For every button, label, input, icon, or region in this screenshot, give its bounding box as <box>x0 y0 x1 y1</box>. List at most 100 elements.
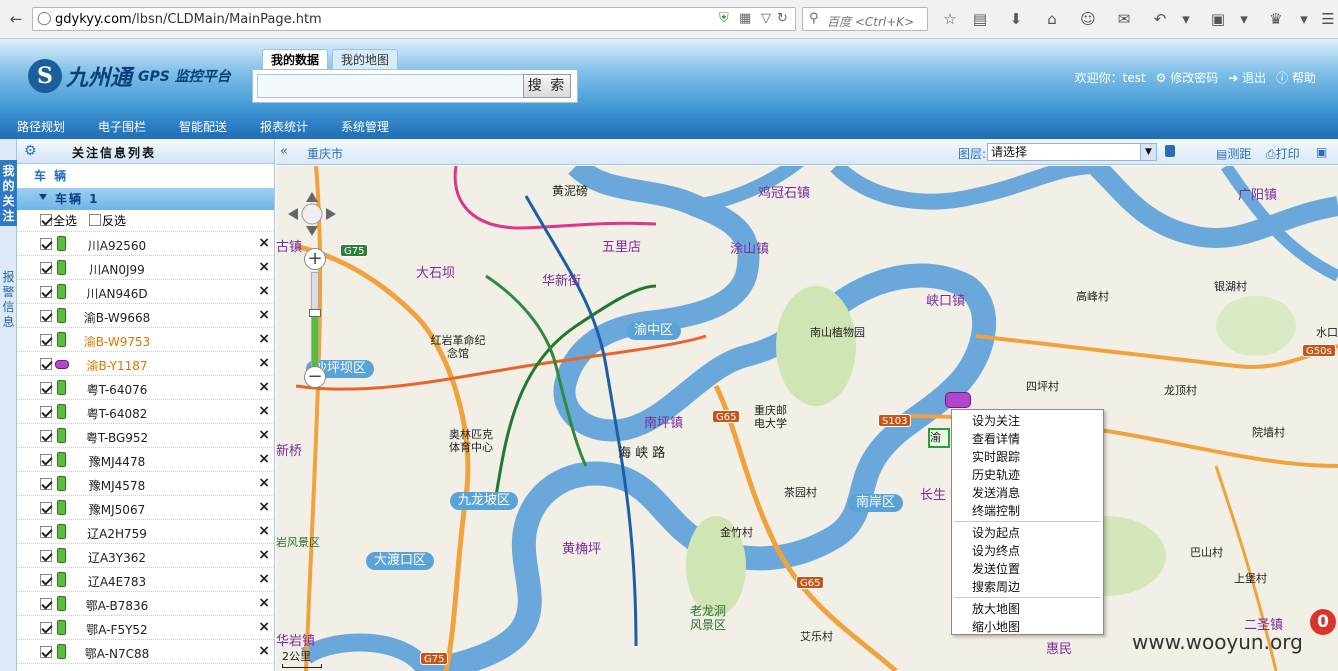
nav-route-planning[interactable]: 路径规划 <box>17 118 65 135</box>
vehicle-row[interactable]: 渝B-W9668 × <box>17 304 274 328</box>
remove-icon[interactable]: × <box>258 283 270 299</box>
vehicle-plate[interactable]: 渝B-Y1187 <box>77 357 157 374</box>
back-icon[interactable]: ← <box>4 8 28 30</box>
vehicle-row[interactable]: 鄂A-F5Y52 × <box>17 616 274 640</box>
undo-icon[interactable]: ↶ <box>1148 8 1172 30</box>
shield-icon[interactable]: ⛨ <box>719 11 729 26</box>
invert-selection-checkbox[interactable] <box>89 214 101 226</box>
menu-item-search-nearby[interactable]: 搜索周边 <box>952 578 1103 596</box>
remove-icon[interactable]: × <box>258 475 270 491</box>
chevron-down-icon[interactable]: ▾ <box>1292 8 1316 30</box>
remove-icon[interactable]: × <box>258 259 270 275</box>
vehicle-row[interactable]: 粤T-64076 × <box>17 376 274 400</box>
address-bar[interactable]: ◯ gdykyy.com/lbsn/CLDMain/MainPage.htm ⛨… <box>32 7 796 31</box>
dropdown-icon[interactable]: ▽ <box>761 11 771 26</box>
reader-icon[interactable]: ▤ <box>968 8 992 30</box>
remove-icon[interactable]: × <box>258 235 270 251</box>
remove-icon[interactable]: × <box>258 499 270 515</box>
pan-arrows-icon[interactable] <box>286 190 338 238</box>
reload-icon[interactable]: ↻ <box>777 11 788 26</box>
vehicle-row[interactable]: 辽A3Y362 × <box>17 544 274 568</box>
remove-icon[interactable]: × <box>258 547 270 563</box>
measure-button[interactable]: ▤测距 <box>1216 145 1251 162</box>
menu-item-view-details[interactable]: 查看详情 <box>952 430 1103 448</box>
district-jiulongpo[interactable]: 九龙坡区 <box>450 492 519 510</box>
vehicle-checkbox[interactable] <box>40 550 52 562</box>
remove-icon[interactable]: × <box>258 427 270 443</box>
help-link[interactable]: ⓘ 帮助 <box>1276 69 1316 86</box>
vehicle-checkbox[interactable] <box>40 262 52 274</box>
collapse-panel-icon[interactable]: « <box>280 144 288 159</box>
remove-icon[interactable]: × <box>258 379 270 395</box>
menu-item-realtime-tracking[interactable]: 实时跟踪 <box>952 448 1103 466</box>
vehicle-row[interactable]: 辽A4E783 × <box>17 568 274 592</box>
zoom-in-button[interactable]: + <box>304 248 326 270</box>
remove-icon[interactable]: × <box>258 331 270 347</box>
vehicle-row[interactable]: 豫MJ4578 × <box>17 472 274 496</box>
zoom-out-button[interactable]: − <box>304 366 326 388</box>
zoom-slider[interactable] <box>309 272 321 370</box>
remove-icon[interactable]: × <box>258 595 270 611</box>
browser-search-box[interactable]: ⚲ 百度 <Ctrl+K> <box>802 7 928 31</box>
vehicle-checkbox[interactable] <box>40 478 52 490</box>
tab-my-data[interactable]: 我的数据 <box>262 49 329 69</box>
vehicle-row[interactable]: 渝B-W9753 × <box>17 328 274 352</box>
menu-item-set-focus[interactable]: 设为关注 <box>952 412 1103 430</box>
menu-item-set-end[interactable]: 设为终点 <box>952 542 1103 560</box>
menu-item-terminal-control[interactable]: 终端控制 <box>952 502 1103 520</box>
print-button[interactable]: ⎙打印 <box>1266 145 1300 162</box>
vehicle-plate[interactable]: 粤T-BG952 <box>77 429 157 446</box>
vehicle-checkbox[interactable] <box>40 502 52 514</box>
remove-icon[interactable]: × <box>258 523 270 539</box>
vehicle-checkbox[interactable] <box>40 334 52 346</box>
vehicle-checkbox[interactable] <box>40 358 52 370</box>
emoji-icon[interactable]: ☺ <box>1076 8 1100 30</box>
vehicle-plate[interactable]: 鄂A-B7836 <box>77 597 157 614</box>
vehicle-checkbox[interactable] <box>40 622 52 634</box>
vehicle-checkbox[interactable] <box>40 430 52 442</box>
vehicle-row[interactable]: 川AN0J99 × <box>17 256 274 280</box>
map-canvas[interactable]: 黄泥磅 五里店 鸡冠石镇 广阳镇 涂山镇 大石坝 华新街 高峰村 银湖村 峡口镇… <box>276 166 1338 671</box>
layer-select[interactable]: 请选择 ▼ <box>987 143 1157 161</box>
vehicle-checkbox[interactable] <box>40 406 52 418</box>
collapse-triangle-icon[interactable] <box>39 194 47 200</box>
vehicle-row[interactable]: 川AN946D × <box>17 280 274 304</box>
vehicle-plate[interactable]: 渝B-W9668 <box>77 309 157 326</box>
nav-smart-delivery[interactable]: 智能配送 <box>179 118 227 135</box>
vehicle-section-label[interactable]: 车 辆 <box>17 164 274 188</box>
vehicle-row[interactable]: 豫MJ4478 × <box>17 448 274 472</box>
bookmark-star-icon[interactable]: ☆ <box>938 8 962 30</box>
vehicle-checkbox[interactable] <box>40 454 52 466</box>
fullscreen-icon[interactable]: ▣ <box>1316 145 1327 159</box>
side-tab-my-focus[interactable]: 我的关注 <box>0 160 17 226</box>
header-search-input[interactable] <box>257 74 527 98</box>
vehicle-checkbox[interactable] <box>40 382 52 394</box>
logout-link[interactable]: ➜ 退出 <box>1228 69 1266 86</box>
district-dadukou[interactable]: 大渡口区 <box>366 552 435 570</box>
menu-item-zoom-in[interactable]: 放大地图 <box>952 600 1103 618</box>
tab-my-map[interactable]: 我的地图 <box>332 49 399 69</box>
map-vehicle-label[interactable]: 渝B <box>928 428 950 448</box>
vehicle-checkbox[interactable] <box>40 526 52 538</box>
vehicle-checkbox[interactable] <box>40 286 52 298</box>
chevron-down-icon[interactable]: ▼ <box>1140 144 1156 160</box>
vehicle-checkbox[interactable] <box>40 238 52 250</box>
home-icon[interactable]: ⌂ <box>1040 8 1064 30</box>
vehicle-row[interactable]: 鄂A-B7836 × <box>17 592 274 616</box>
side-tab-alarms[interactable]: 报警信息 <box>0 270 17 340</box>
chat-icon[interactable]: ✉ <box>1112 8 1136 30</box>
district-nanan[interactable]: 南岸区 <box>848 494 904 512</box>
vehicle-row[interactable]: 辽A2H759 × <box>17 520 274 544</box>
remove-icon[interactable]: × <box>258 403 270 419</box>
nav-system-admin[interactable]: 系统管理 <box>341 118 389 135</box>
vehicle-row[interactable]: 粤T-64082 × <box>17 400 274 424</box>
remove-icon[interactable]: × <box>258 619 270 635</box>
menu-item-send-message[interactable]: 发送消息 <box>952 484 1103 502</box>
settings-gear-icon[interactable]: ⚙ <box>24 143 37 159</box>
vehicle-plate[interactable]: 豫MJ4578 <box>77 477 157 494</box>
download-icon[interactable]: ⬇ <box>1004 8 1028 30</box>
vehicle-checkbox[interactable] <box>40 310 52 322</box>
menu-icon[interactable]: ☰ <box>1316 8 1338 30</box>
chevron-down-icon[interactable]: ▾ <box>1174 8 1198 30</box>
nav-geofence[interactable]: 电子围栏 <box>98 118 146 135</box>
